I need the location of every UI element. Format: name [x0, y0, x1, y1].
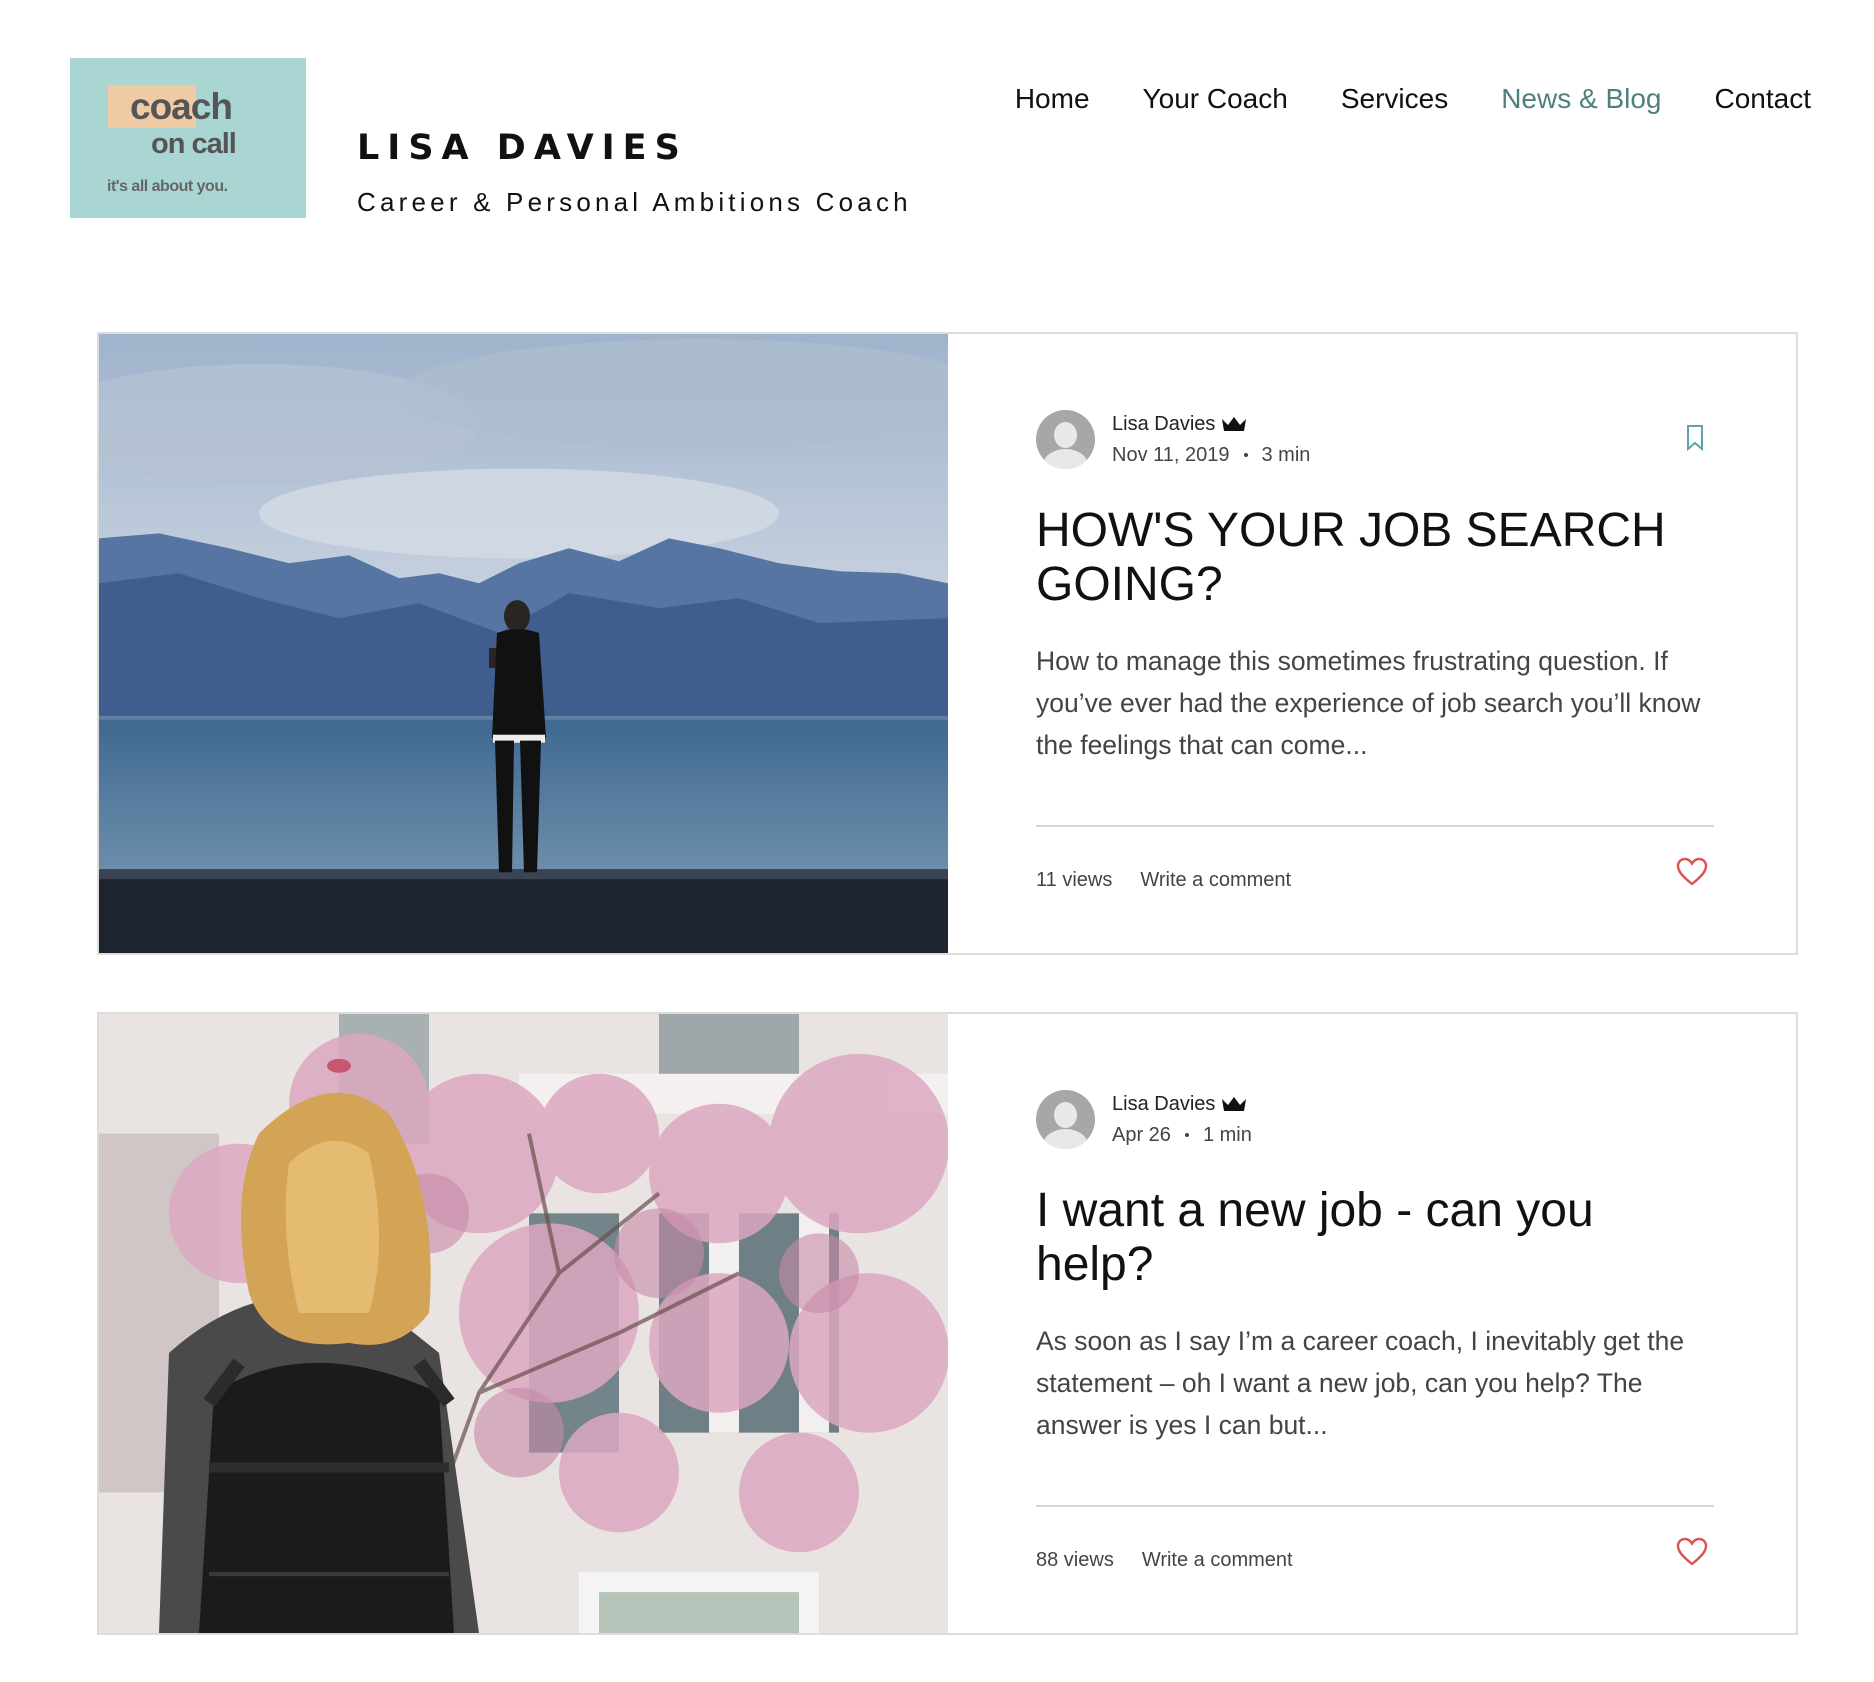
- logo-tagline: it's all about you.: [107, 178, 228, 195]
- author-name[interactable]: Lisa Davies: [1112, 1094, 1215, 1114]
- logo-word-coach: coach: [130, 86, 233, 127]
- post-image-backpack[interactable]: [99, 1014, 948, 1633]
- nav-item-news-blog[interactable]: News & Blog: [1501, 85, 1661, 113]
- view-count: 88 views: [1036, 1549, 1114, 1571]
- logo-word-oncall: on call: [151, 128, 237, 160]
- site-subtitle: Career & Personal Ambitions Coach: [357, 187, 912, 217]
- nav-item-your-coach[interactable]: Your Coach: [1143, 85, 1288, 113]
- crown-icon: [1222, 417, 1247, 431]
- post-date: Apr 26: [1112, 1124, 1171, 1146]
- author-avatar[interactable]: [1036, 410, 1095, 469]
- view-count: 11 views: [1036, 869, 1113, 891]
- post-stats: 88 views Write a comment: [1036, 1550, 1293, 1570]
- site-title[interactable]: LISA DAVIES: [357, 131, 688, 166]
- nav-item-home[interactable]: Home: [1015, 85, 1090, 113]
- post-stats: 11 views Write a comment: [1036, 870, 1291, 890]
- blog-post-card[interactable]: Lisa Davies Apr 26 1 min I want a new jo…: [97, 1012, 1798, 1635]
- divider: [1036, 825, 1714, 827]
- blog-post-card[interactable]: Lisa Davies Nov 11, 2019 3 min HOW'S YOU…: [97, 332, 1798, 955]
- site-logo[interactable]: coach on call it's all about you.: [70, 58, 306, 218]
- heart-icon[interactable]: [1676, 1537, 1708, 1567]
- post-title[interactable]: HOW'S YOUR JOB SEARCH GOING?: [1036, 504, 1716, 612]
- post-content: Lisa Davies Nov 11, 2019 3 min HOW'S YOU…: [1036, 334, 1714, 953]
- divider: [1036, 1505, 1714, 1507]
- main-nav: Home Your Coach Services News & Blog Con…: [1015, 85, 1811, 113]
- meta-separator: [1243, 453, 1248, 457]
- post-date: Nov 11, 2019: [1112, 444, 1230, 466]
- read-time: 1 min: [1202, 1124, 1252, 1146]
- post-meta: Nov 11, 2019 3 min: [1112, 445, 1310, 465]
- read-time: 3 min: [1261, 444, 1311, 466]
- nav-item-services[interactable]: Services: [1341, 85, 1448, 113]
- nav-item-contact[interactable]: Contact: [1715, 85, 1812, 113]
- bookmark-icon[interactable]: [1684, 424, 1706, 452]
- post-excerpt[interactable]: How to manage this sometimes frustrating…: [1036, 640, 1726, 766]
- post-content: Lisa Davies Apr 26 1 min I want a new jo…: [1036, 1014, 1714, 1633]
- write-comment-link[interactable]: Write a comment: [1142, 1550, 1293, 1570]
- author-info: Lisa Davies: [1112, 414, 1247, 434]
- write-comment-link[interactable]: Write a comment: [1140, 870, 1291, 890]
- heart-icon[interactable]: [1676, 857, 1708, 887]
- post-excerpt[interactable]: As soon as I say I’m a career coach, I i…: [1036, 1320, 1726, 1446]
- meta-separator: [1184, 1133, 1189, 1137]
- post-image-lake[interactable]: [99, 334, 948, 953]
- post-title[interactable]: I want a new job - can you help?: [1036, 1184, 1716, 1292]
- post-meta: Apr 26 1 min: [1112, 1125, 1252, 1145]
- author-info: Lisa Davies: [1112, 1094, 1247, 1114]
- author-avatar[interactable]: [1036, 1090, 1095, 1149]
- crown-icon: [1222, 1097, 1247, 1111]
- author-name[interactable]: Lisa Davies: [1112, 414, 1215, 434]
